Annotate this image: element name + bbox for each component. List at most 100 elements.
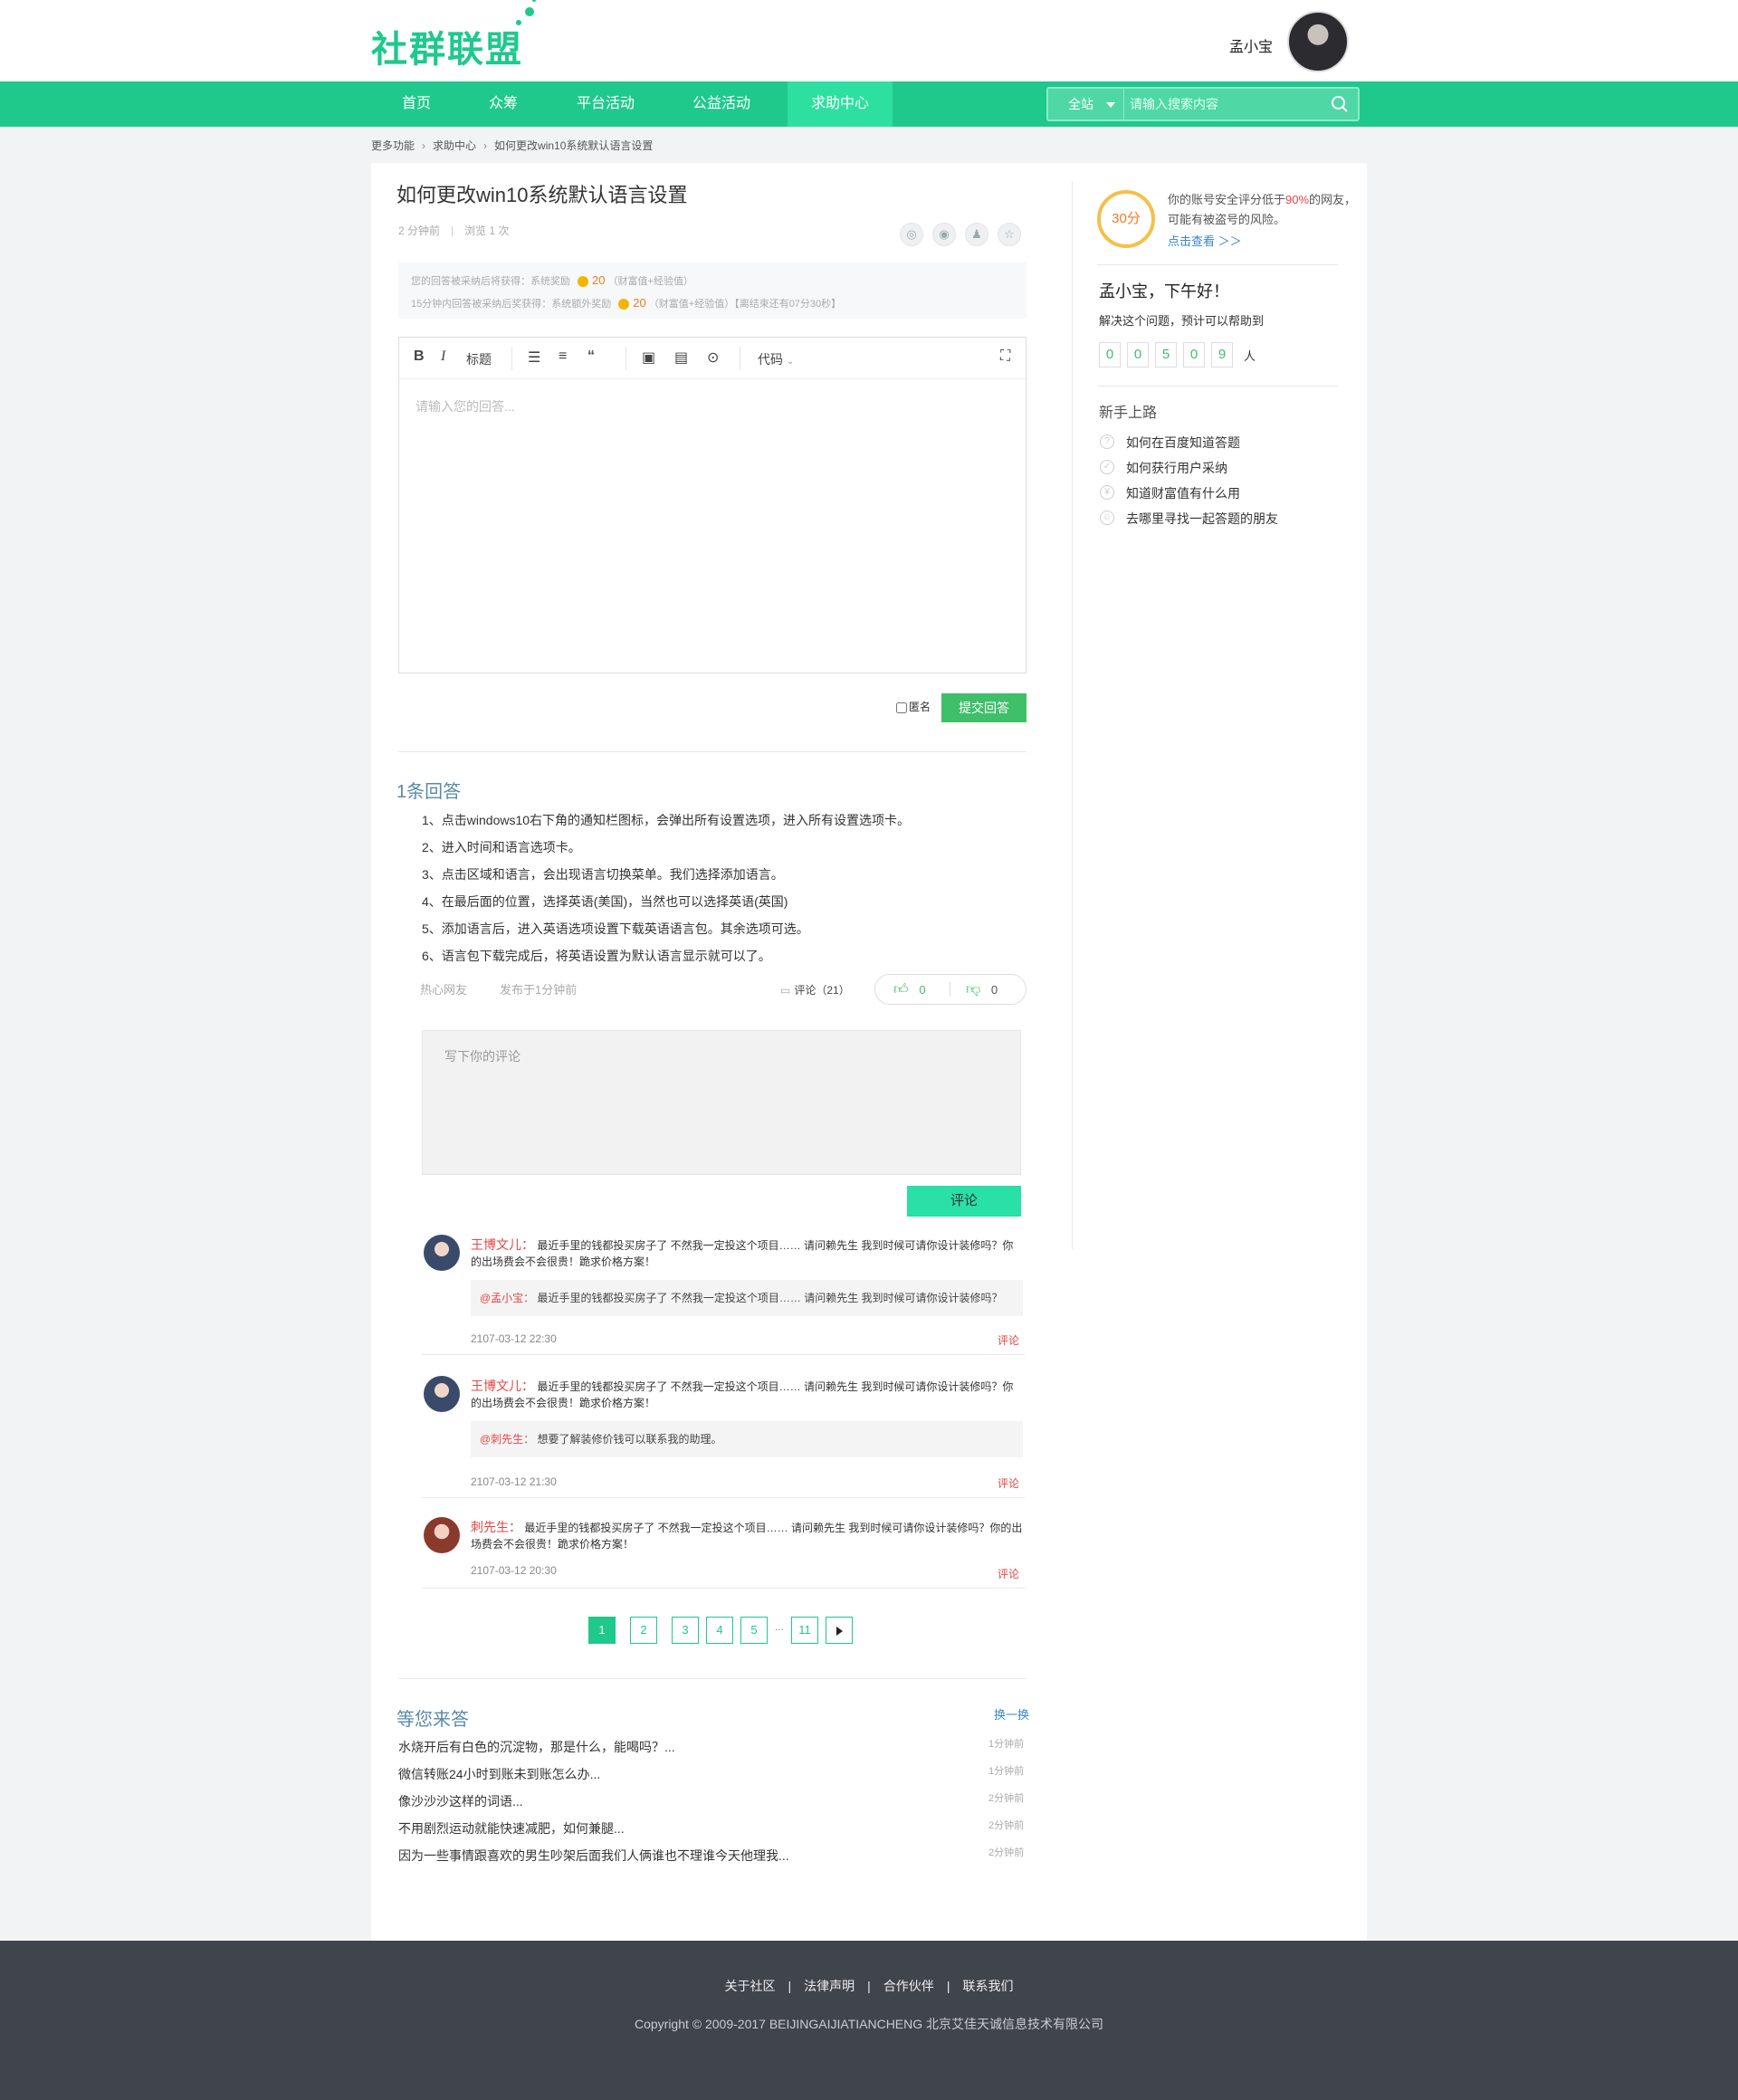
comment-textarea[interactable]: 写下你的评论	[422, 1030, 1021, 1175]
reply-mention[interactable]: @孟小宝：	[480, 1292, 534, 1304]
newbie-title: 新手上路	[1099, 406, 1158, 421]
question-views: 浏览 1 次	[464, 224, 510, 237]
breadcrumb: 更多功能 › 求助中心 › 如何更改win10系统默认语言设置	[371, 138, 653, 153]
reply-text: 最近手里的钱都投买房子了 不然我一定投这个项目…… 请问赖先生 我到时候可请你设…	[537, 1292, 1003, 1304]
location-icon[interactable]: ⊙	[707, 348, 719, 367]
comment-reply-link[interactable]: 评论	[998, 1566, 1019, 1581]
code-dropdown[interactable]: 代码 ⌄	[758, 350, 794, 368]
video-icon[interactable]: ▤	[674, 348, 688, 367]
avatar[interactable]	[424, 1517, 460, 1553]
question-icon: ?	[1100, 434, 1114, 449]
comment-placeholder: 写下你的评论	[444, 1049, 520, 1064]
anonymous-checkbox-input[interactable]	[896, 702, 907, 713]
breadcrumb-more[interactable]: 更多功能	[371, 139, 415, 152]
comment-reply: @孟小宝： 最近手里的钱都投买房子了 不然我一定投这个项目…… 请问赖先生 我到…	[471, 1280, 1023, 1316]
comments-toggle[interactable]: ▭ 评论（21）	[780, 982, 850, 998]
page-button[interactable]: 1	[588, 1617, 616, 1644]
username[interactable]: 孟小宝	[1229, 34, 1273, 56]
waiting-time: 2分钟前	[988, 1847, 1025, 1858]
divider	[398, 1678, 1027, 1679]
fullscreen-icon[interactable]: ⛶	[1000, 348, 1010, 365]
helped-digit: 5	[1155, 342, 1177, 368]
waiting-question[interactable]: 微信转账24小时到账未到账怎么办...	[398, 1765, 600, 1783]
avatar[interactable]	[424, 1235, 460, 1271]
nav-item-crowdfunding[interactable]: 众筹	[467, 81, 540, 127]
chevron-right-icon	[836, 1626, 843, 1636]
page-button[interactable]: 4	[706, 1617, 733, 1644]
divider	[398, 751, 1027, 752]
nav-item-platform-events[interactable]: 平台活动	[567, 81, 645, 127]
newbie-link[interactable]: 如何在百度知道答题	[1126, 434, 1240, 452]
image-icon[interactable]: ▣	[642, 348, 655, 367]
toolbar-divider	[511, 347, 512, 370]
editor-placeholder[interactable]: 请输入您的回答...	[415, 397, 515, 415]
helped-text: 解决这个问题，预计可以帮助到	[1099, 314, 1265, 328]
answer-editor: B I 标题 ☰ ≡ “ ▣ ▤ ⊙ 代码 ⌄ ⛶ 请输入您的回答...	[398, 337, 1027, 673]
page-button[interactable]: 5	[740, 1617, 768, 1644]
quote-icon[interactable]: “	[587, 348, 595, 365]
greeting: 孟小宝，下午好！	[1099, 282, 1229, 301]
footer-link-about[interactable]: 关于社区	[725, 1979, 776, 1993]
comment-author[interactable]: 王博文儿：	[471, 1237, 534, 1252]
question-posted-time: 2 分钟前	[398, 224, 441, 237]
answer-step: 2、进入时间和语言选项卡。	[422, 840, 581, 854]
like-button[interactable]: 👍︎ 0	[893, 981, 926, 998]
search-icon[interactable]	[1331, 95, 1349, 113]
submit-comment-button[interactable]: 评论	[907, 1186, 1021, 1217]
footer-link-contact[interactable]: 联系我们	[962, 1979, 1013, 1993]
waiting-time: 2分钟前	[988, 1820, 1025, 1831]
next-page-button[interactable]	[826, 1617, 853, 1644]
comment-date: 2107-03-12 22:30	[471, 1332, 557, 1345]
dislike-button[interactable]: 👎︎ 0	[966, 981, 998, 998]
user-avatar[interactable]	[1287, 11, 1349, 72]
heading-button[interactable]: 标题	[466, 350, 492, 368]
comment-author[interactable]: 刺先生：	[471, 1520, 521, 1534]
favorite-star-icon[interactable]: ☆	[998, 223, 1021, 246]
chevron-down-icon: ⌄	[786, 357, 795, 367]
refresh-link[interactable]: 换一换	[994, 1705, 1029, 1723]
nav-item-help-center[interactable]: 求助中心	[788, 81, 893, 127]
footer-link-partners[interactable]: 合作伙伴	[883, 1979, 934, 1993]
thumbs-down-icon: 👎︎	[966, 982, 981, 998]
waiting-question[interactable]: 不用剧烈运动就能快速减肥，如何兼腿...	[398, 1819, 625, 1838]
waiting-question[interactable]: 因为一些事情跟喜欢的男生吵架后面我们人俩谁也不理谁今天他理我...	[398, 1847, 789, 1865]
divider	[1097, 386, 1338, 387]
ordered-list-icon[interactable]: ☰	[528, 348, 540, 367]
submit-answer-button[interactable]: 提交回答	[941, 693, 1027, 722]
weibo-share-icon[interactable]: ◉	[932, 223, 956, 246]
search-input[interactable]	[1130, 89, 1329, 119]
breadcrumb-help-center[interactable]: 求助中心	[433, 139, 476, 152]
newbie-link[interactable]: 知道财富值有什么用	[1126, 484, 1240, 502]
security-check-link[interactable]: 点击查看 ＞＞	[1168, 232, 1242, 249]
comment-reply-link[interactable]: 评论	[998, 1332, 1019, 1348]
answer-step: 5、添加语言后，进入英语选项设置下载英语语言包。其余选项可选。	[422, 921, 809, 936]
search-scope-select[interactable]: 全站	[1048, 89, 1124, 119]
anonymous-checkbox[interactable]: 匿名	[896, 699, 931, 714]
page-button[interactable]: 3	[672, 1617, 699, 1644]
comment-reply-link[interactable]: 评论	[998, 1475, 1019, 1491]
answer-author[interactable]: 热心网友	[420, 980, 467, 998]
site-logo[interactable]: 社群联盟	[371, 0, 536, 72]
unordered-list-icon[interactable]: ≡	[559, 348, 567, 365]
reply-mention[interactable]: @刺先生：	[480, 1433, 534, 1446]
wechat-share-icon[interactable]: ◎	[900, 223, 923, 246]
security-text: 你的账号安全评分低于90%的网友，可能有被盗号的风险。	[1168, 193, 1357, 226]
newbie-link[interactable]: 如何获行用户采纳	[1126, 459, 1227, 477]
top-header	[0, 0, 1738, 81]
italic-button[interactable]: I	[441, 348, 445, 365]
answer-step: 1、点击windows10右下角的通知栏图标，会弹出所有设置选项，进入所有设置选…	[422, 813, 911, 827]
comment-author[interactable]: 王博文儿：	[471, 1379, 534, 1393]
page-button[interactable]: 2	[630, 1617, 657, 1644]
comment-date: 2107-03-12 20:30	[471, 1564, 557, 1577]
qq-share-icon[interactable]: ♟	[965, 223, 988, 246]
waiting-question[interactable]: 像沙沙沙这样的词语...	[398, 1792, 523, 1810]
bold-button[interactable]: B	[414, 348, 425, 365]
avatar[interactable]	[424, 1376, 460, 1412]
nav-item-home[interactable]: 首页	[380, 81, 453, 127]
footer-link-legal[interactable]: 法律声明	[804, 1979, 855, 1993]
newbie-link[interactable]: 去哪里寻找一起答题的朋友	[1126, 510, 1278, 528]
page-button[interactable]: 11	[791, 1617, 818, 1644]
waiting-question[interactable]: 水烧开后有白色的沉淀物，那是什么，能喝吗？...	[398, 1738, 675, 1756]
thumbs-up-icon: 👍︎	[893, 982, 909, 998]
nav-item-charity[interactable]: 公益活动	[683, 81, 760, 127]
